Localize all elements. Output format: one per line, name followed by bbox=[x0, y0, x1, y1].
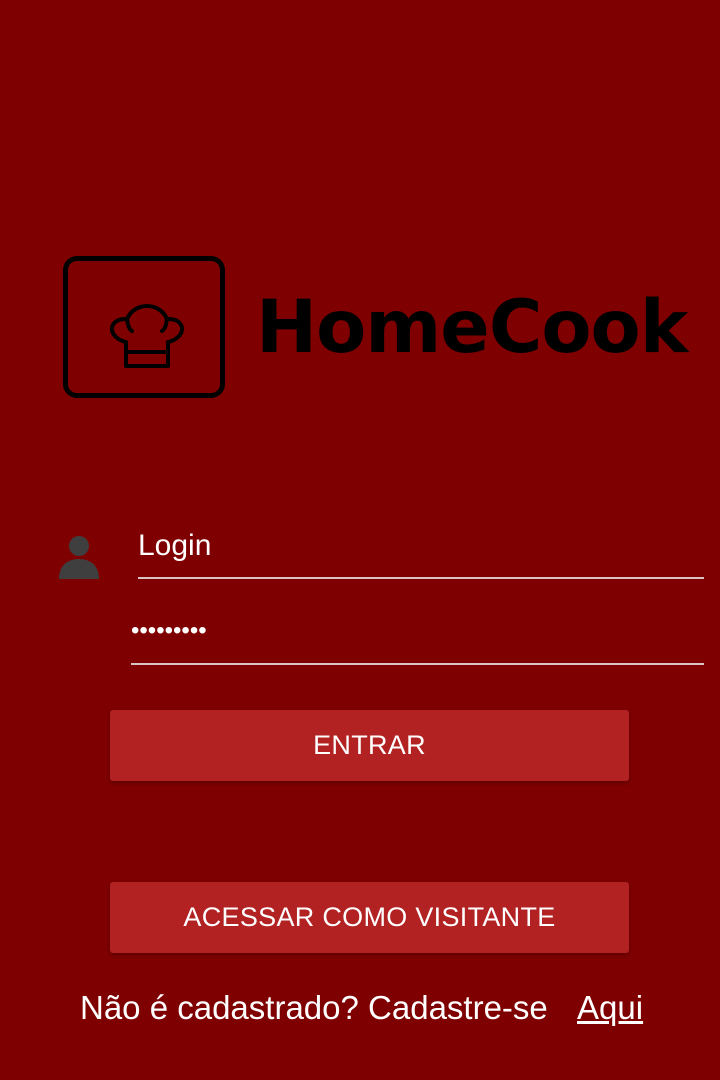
login-input[interactable]: Login bbox=[138, 520, 704, 579]
login-input-value: Login bbox=[138, 529, 212, 562]
brand-name: HomeCook bbox=[256, 285, 688, 370]
password-input[interactable]: ••••••••• bbox=[131, 604, 704, 665]
signup-link[interactable]: Aqui bbox=[577, 988, 643, 1028]
user-icon bbox=[59, 536, 99, 579]
entrar-button[interactable]: ENTRAR bbox=[110, 710, 629, 781]
chef-hat-icon bbox=[63, 256, 225, 398]
guest-access-button[interactable]: ACESSAR COMO VISITANTE bbox=[110, 882, 629, 953]
password-input-value: ••••••••• bbox=[131, 617, 207, 644]
signup-prompt: Não é cadastrado? Cadastre-se bbox=[80, 989, 548, 1026]
